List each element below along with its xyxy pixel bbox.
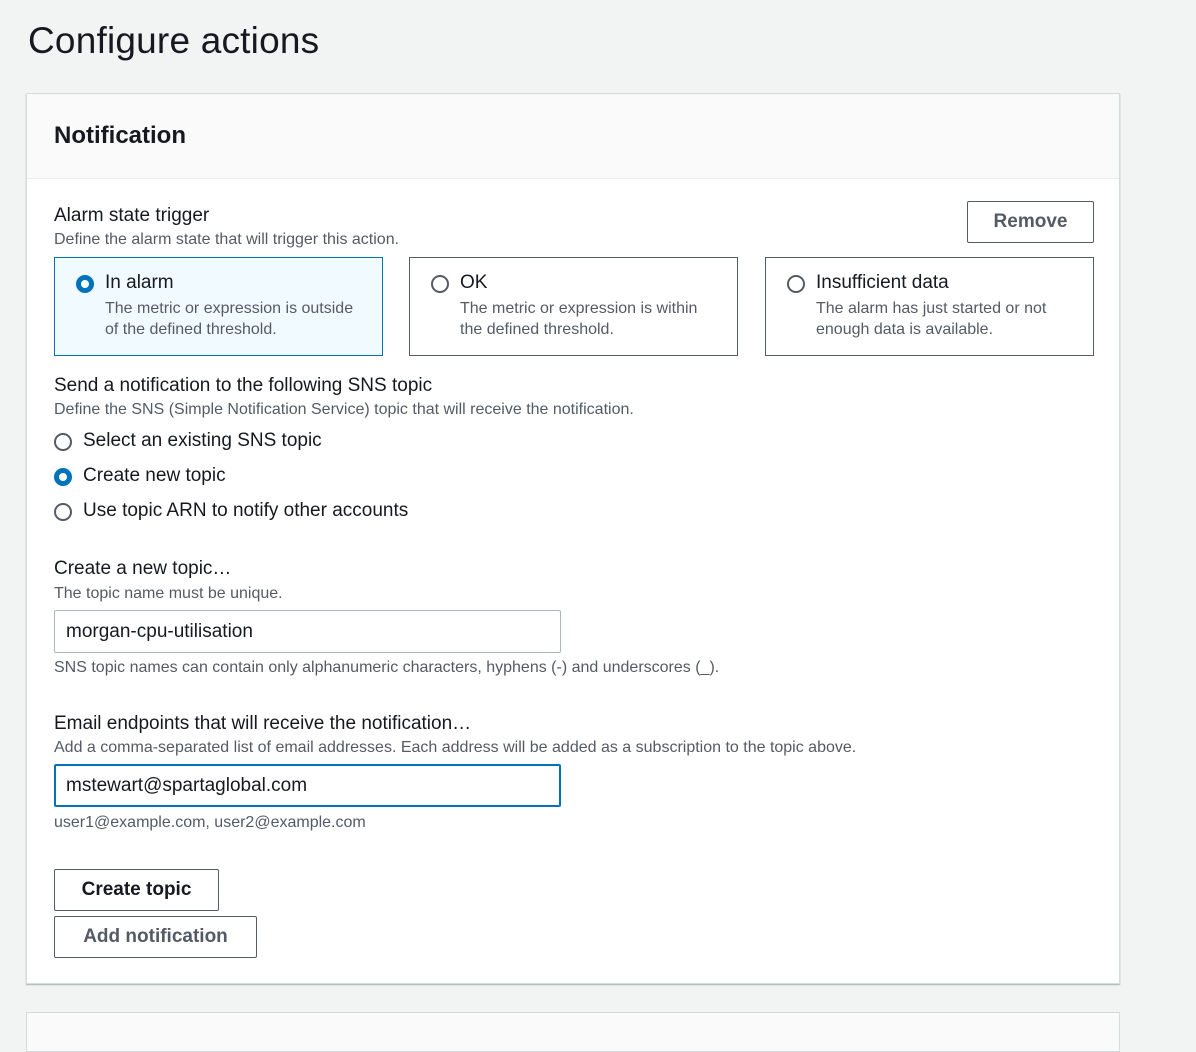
create-topic-button[interactable]: Create topic [54, 869, 219, 911]
trigger-option-title: In alarm [105, 272, 174, 293]
add-notification-button[interactable]: Add notification [54, 916, 257, 958]
sns-option-label: Select an existing SNS topic [83, 430, 322, 451]
trigger-option-title: Insufficient data [816, 272, 949, 293]
email-endpoints-description: Add a comma-separated list of email addr… [54, 739, 857, 756]
sns-topic-label: Send a notification to the following SNS… [54, 375, 433, 396]
topic-name-constraint: SNS topic names can contain only alphanu… [54, 659, 720, 676]
page-title: Configure actions [28, 20, 320, 61]
panel-header: Notification [27, 94, 1119, 179]
trigger-option-in-alarm[interactable]: In alarm The metric or expression is out… [54, 257, 383, 356]
radio-create-new-topic[interactable] [54, 468, 72, 486]
radio-existing-topic[interactable] [54, 433, 72, 451]
radio-ok[interactable] [431, 275, 449, 293]
trigger-option-description: The metric or expression is outside of t… [105, 300, 354, 338]
topic-name-input[interactable] [54, 610, 561, 653]
radio-topic-arn[interactable] [54, 503, 72, 521]
sns-topic-description: Define the SNS (Simple Notification Serv… [54, 401, 634, 418]
notification-panel: Notification Alarm state trigger Define … [26, 93, 1120, 984]
sns-option-label: Use topic ARN to notify other accounts [83, 500, 409, 521]
trigger-option-ok[interactable]: OK The metric or expression is within th… [409, 257, 738, 356]
email-endpoints-input[interactable] [54, 764, 561, 807]
new-topic-label: Create a new topic… [54, 558, 232, 579]
alarm-state-trigger-description: Define the alarm state that will trigger… [54, 231, 400, 248]
radio-insufficient-data[interactable] [787, 275, 805, 293]
email-endpoints-label: Email endpoints that will receive the no… [54, 713, 472, 734]
trigger-option-insufficient-data[interactable]: Insufficient data The alarm has just sta… [765, 257, 1094, 356]
email-endpoints-hint: user1@example.com, user2@example.com [54, 814, 366, 831]
sns-option-label: Create new topic [83, 465, 226, 486]
trigger-option-title: OK [460, 272, 488, 293]
panel-title: Notification [54, 122, 186, 149]
radio-in-alarm[interactable] [76, 275, 94, 293]
trigger-option-description: The metric or expression is within the d… [460, 300, 698, 338]
remove-button[interactable]: Remove [967, 201, 1094, 243]
trigger-option-description: The alarm has just started or not enough… [816, 300, 1047, 338]
alarm-state-trigger-label: Alarm state trigger [54, 205, 210, 226]
new-topic-description: The topic name must be unique. [54, 585, 283, 602]
next-panel [26, 1012, 1120, 1052]
